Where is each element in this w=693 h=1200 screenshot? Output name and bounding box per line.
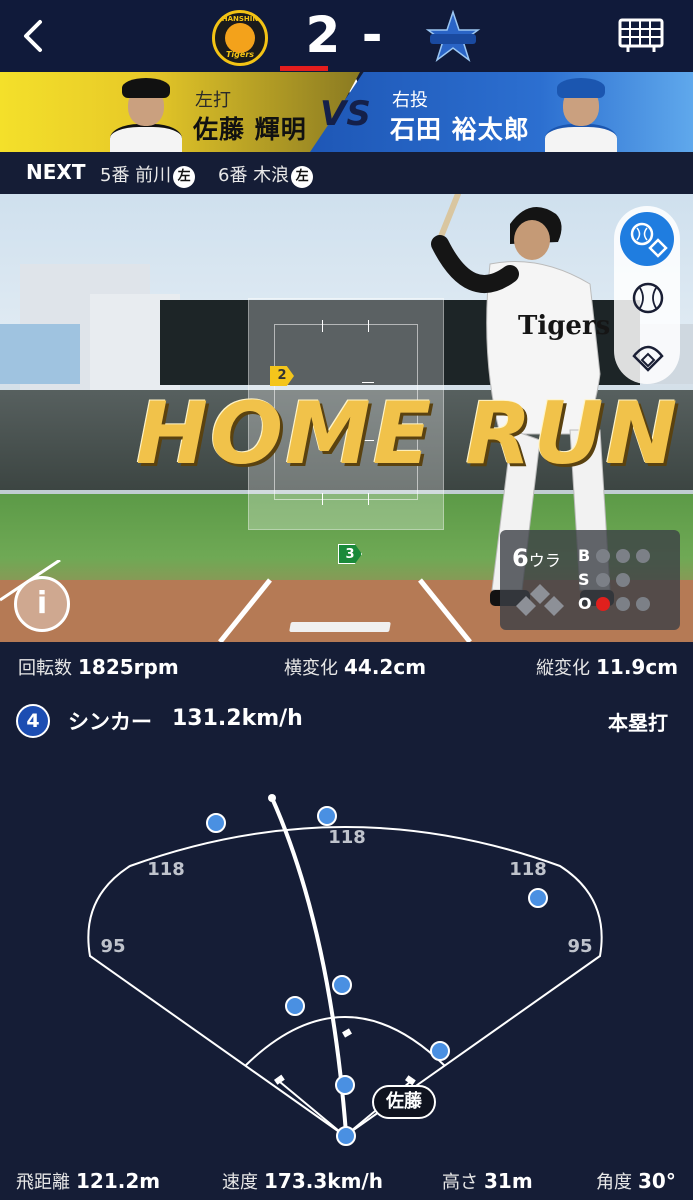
back-arrow-icon[interactable] — [14, 16, 54, 56]
outs-label: O — [578, 594, 592, 613]
score: 2 - 0 — [305, 6, 385, 122]
batter-dot — [336, 1126, 356, 1146]
fielder-dot — [317, 806, 337, 826]
count-dot — [616, 549, 630, 563]
batting-hand-badge: 左 — [173, 166, 196, 188]
strikes-label: S — [578, 570, 590, 589]
field-diagram: 118 118 118 95 95 — [87, 794, 603, 1146]
distance-label: 118 — [147, 859, 185, 880]
third-base — [274, 1074, 285, 1085]
tigers-logo: HANSHIN Tigers — [212, 10, 268, 66]
zone-tick — [368, 320, 369, 332]
batting-hand-badge: 左 — [291, 166, 314, 188]
info-button[interactable]: i — [14, 576, 70, 632]
distance-label: 118 — [328, 827, 366, 848]
fielder-dot — [528, 888, 548, 908]
zone-tick — [322, 320, 323, 332]
tigers-logo-bottom-text: Tigers — [225, 50, 255, 59]
distance-label: 118 — [509, 859, 547, 880]
pitcher-avatar[interactable] — [535, 72, 625, 152]
pitch-speed: 131.2km/h — [172, 706, 303, 731]
balls-label: B — [578, 546, 591, 565]
baseball-icon[interactable] — [628, 278, 668, 318]
count-dot — [636, 549, 650, 563]
inning-half: ウラ — [528, 551, 561, 570]
ball-landing-point — [268, 794, 276, 802]
count-dot — [596, 573, 610, 587]
score-underline — [280, 66, 328, 71]
baystars-logo-icon — [425, 10, 481, 63]
spin-rate-stat: 回転数 1825rpm — [18, 655, 179, 679]
horizontal-break-stat: 横変化 44.2cm — [284, 655, 427, 679]
pitch-type: シンカー — [68, 710, 152, 734]
zone-tick — [362, 382, 374, 383]
info-icon: i — [36, 586, 48, 621]
home-run-banner: HOME RUN — [136, 384, 680, 484]
distance-label: 95 — [567, 936, 592, 957]
pitcher-hand-label: 右投 — [392, 90, 428, 111]
zone-tick — [368, 493, 369, 505]
batters-box-line — [289, 622, 391, 632]
fielder-dot — [332, 975, 352, 995]
vertical-break-stat: 縦変化 11.9cm — [536, 655, 679, 679]
count-dot — [616, 597, 630, 611]
tiger-face-icon — [225, 23, 255, 53]
count-dot — [596, 597, 610, 611]
fielder-dot — [285, 996, 305, 1016]
count-dot — [616, 573, 630, 587]
exit-velocity-stat: 速度 173.3km/h — [222, 1169, 383, 1193]
launch-angle-stat: 角度 30° — [596, 1169, 676, 1193]
fielder-dot — [335, 1075, 355, 1095]
pitcher-name: 石田 裕太郎 — [390, 115, 530, 144]
fielder-dot — [206, 813, 226, 833]
pitch-batting-view-icon — [630, 222, 668, 258]
second-base — [342, 1028, 352, 1038]
next-batter-text: 6番 木浪 — [218, 165, 290, 186]
zone-tick — [322, 493, 323, 505]
svg-text:Tigers: Tigers — [518, 311, 610, 341]
tigers-logo-top-text: HANSHIN — [221, 15, 259, 23]
scoreboard-icon[interactable] — [618, 18, 664, 54]
view-option-pitch-batting[interactable] — [620, 212, 674, 266]
field-view-icon[interactable] — [628, 336, 668, 376]
count-dot — [596, 549, 610, 563]
count-dot — [636, 597, 650, 611]
batter-hand-label: 左打 — [195, 90, 231, 111]
inning-indicator: 6ウラ — [512, 544, 561, 572]
batter-name: 佐藤 輝明 — [193, 115, 307, 144]
matchup-bar: 左打 佐藤 輝明 VS 右投 石田 裕太郎 — [0, 72, 693, 152]
infield-arc — [244, 1016, 446, 1067]
ball-trajectory — [270, 796, 348, 1135]
bases-icon — [516, 584, 564, 616]
distance-stat: 飛距離 121.2m — [16, 1169, 161, 1193]
advertising-board — [0, 324, 80, 384]
next-label: NEXT — [26, 160, 86, 184]
pitch-number-badge: 4 — [16, 704, 50, 738]
batter-avatar[interactable] — [100, 72, 190, 152]
vs-label: VS — [320, 94, 371, 134]
pitch-result: 本塁打 — [608, 711, 668, 735]
inning-number: 6 — [512, 544, 529, 572]
next-batter-item: 5番 前川左 — [100, 161, 196, 188]
batter-tag: 佐藤 — [372, 1085, 436, 1119]
next-batter-text: 5番 前川 — [100, 165, 172, 186]
height-stat: 高さ 31m — [442, 1169, 533, 1193]
fielder-dot — [430, 1041, 450, 1061]
distance-label: 95 — [100, 936, 125, 957]
next-batter-item: 6番 木浪左 — [218, 161, 314, 188]
